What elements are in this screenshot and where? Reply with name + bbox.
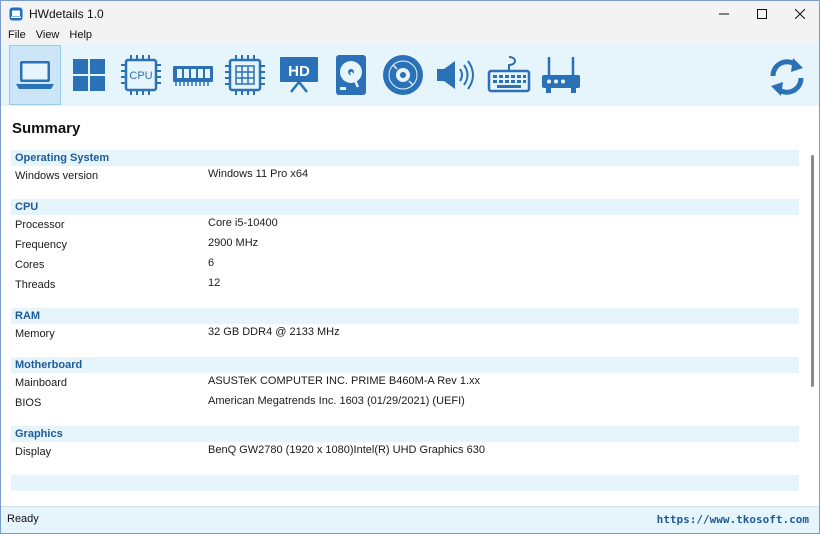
toolbar-os-button[interactable] [63,45,115,105]
motherboard-icon [225,55,265,95]
row-value: 6 [208,257,215,269]
row-value: 32 GB DDR4 @ 2133 MHz [208,326,340,338]
close-icon [795,9,805,19]
row-label: Cores [15,259,45,271]
summary-list: Operating System Windows version Windows… [11,150,799,491]
row-value: BenQ GW2780 (1920 x 1080)Intel(R) UHD Gr… [208,444,485,456]
table-row[interactable]: BIOS American Megatrends Inc. 1603 (01/2… [11,393,799,413]
row-label: Windows version [15,170,99,182]
page-title: Summary [12,120,81,137]
cpu-icon: CPU [121,55,161,95]
toolbar-network-button[interactable] [535,45,587,105]
refresh-icon [770,58,804,96]
maximize-icon [757,9,767,19]
section-header-next [11,475,799,491]
row-value: 2900 MHz [208,237,259,249]
section-header-os: Operating System [11,150,799,166]
minimize-button[interactable] [705,1,743,27]
vertical-scrollbar[interactable] [807,147,817,501]
menu-bar: File View Help [1,27,819,43]
table-row[interactable]: Frequency 2900 MHz [11,235,799,255]
row-label: Threads [15,279,56,291]
app-window: HWdetails 1.0 File View Help CPU HD Summ… [0,0,820,534]
row-label: Frequency [15,239,67,251]
windows-icon [73,59,105,91]
monitor-icon: HD [280,57,318,93]
laptop-icon [16,61,54,89]
toolbar: CPU HD [1,43,819,106]
optical-disc-icon [383,55,423,95]
router-icon [542,57,580,93]
toolbar-display-button[interactable]: HD [273,45,325,105]
app-logo-icon [9,7,23,21]
table-row[interactable]: Windows version Windows 11 Pro x64 [11,166,799,186]
section-header-cpu: CPU [11,199,799,215]
menu-help[interactable]: Help [64,27,97,43]
row-label: Memory [15,328,55,340]
section-header-motherboard: Motherboard [11,357,799,373]
toolbar-audio-button[interactable] [429,45,481,105]
section-header-ram: RAM [11,308,799,324]
refresh-button[interactable] [763,53,811,101]
window-title: HWdetails 1.0 [29,7,104,21]
summary-panel: Summary Operating System Windows version… [1,107,819,505]
website-link[interactable]: https://www.tkosoft.com [657,513,809,526]
cpu-icon-label: CPU [129,70,152,82]
scrollbar-thumb[interactable] [811,155,814,387]
table-row[interactable]: Cores 6 [11,255,799,275]
table-row[interactable]: Memory 32 GB DDR4 @ 2133 MHz [11,324,799,344]
table-row[interactable]: Threads 12 [11,275,799,295]
row-value: American Megatrends Inc. 1603 (01/29/202… [208,395,465,407]
maximize-button[interactable] [743,1,781,27]
keyboard-icon [487,56,531,93]
table-row[interactable]: Mainboard ASUSTeK COMPUTER INC. PRIME B4… [11,373,799,393]
speaker-icon [437,60,474,90]
ram-icon [173,66,213,86]
close-button[interactable] [781,1,819,27]
row-value: 12 [208,277,221,289]
row-label: Display [15,446,52,458]
status-bar: Ready https://www.tkosoft.com [1,506,819,533]
menu-file[interactable]: File [1,27,31,43]
minimize-icon [719,13,729,15]
table-row[interactable]: Display BenQ GW2780 (1920 x 1080)Intel(R… [11,442,799,462]
row-label: BIOS [15,397,42,409]
toolbar-storage-button[interactable] [325,45,377,105]
toolbar-cpu-button[interactable]: CPU [115,45,167,105]
toolbar-ram-button[interactable] [167,45,219,105]
toolbar-optical-button[interactable] [377,45,429,105]
section-header-graphics: Graphics [11,426,799,442]
monitor-icon-label: HD [288,63,310,80]
toolbar-summary-button[interactable] [9,45,61,105]
hard-disk-icon [336,55,366,95]
row-value: Windows 11 Pro x64 [208,168,309,180]
toolbar-input-button[interactable] [483,45,535,105]
status-text: Ready [7,513,39,525]
toolbar-motherboard-button[interactable] [219,45,271,105]
menu-view[interactable]: View [31,27,65,43]
table-row[interactable]: Processor Core i5-10400 [11,215,799,235]
title-bar[interactable]: HWdetails 1.0 [1,1,819,27]
row-label: Mainboard [15,377,67,389]
row-label: Processor [15,219,65,231]
row-value: Core i5-10400 [208,217,278,229]
row-value: ASUSTeK COMPUTER INC. PRIME B460M-A Rev … [208,375,481,387]
